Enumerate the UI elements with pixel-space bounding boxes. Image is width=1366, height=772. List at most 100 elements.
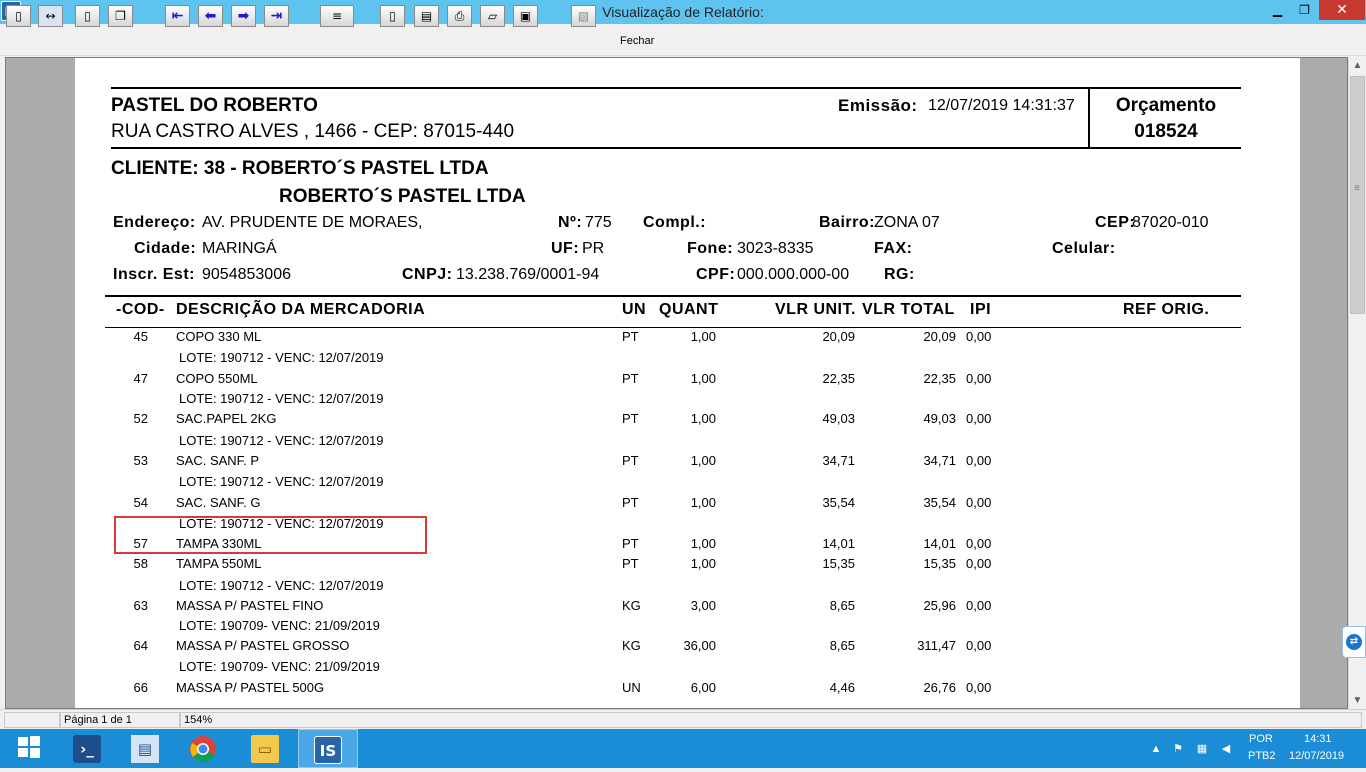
cpf-label: CPF:: [696, 266, 736, 283]
cell-unit: 35,54: [822, 495, 855, 510]
tray-action-center-icon[interactable]: ⚑: [1170, 741, 1186, 757]
cell-quant: 36,00: [683, 638, 716, 653]
cell-unit: 4,46: [829, 680, 855, 695]
cell-total: 25,96: [923, 598, 956, 613]
cell-un: KG: [622, 638, 641, 653]
tray-lang-top[interactable]: POR: [1249, 733, 1273, 745]
compl-label: Compl.:: [643, 214, 707, 231]
maximize-button[interactable]: ❐: [1291, 0, 1318, 20]
goto-page-button[interactable]: ≡: [320, 5, 354, 27]
cidade-value: MARINGÁ: [202, 240, 277, 257]
cell-total: 22,35: [923, 371, 956, 386]
col-desc: DESCRIÇÃO DA MERCADORIA: [176, 301, 426, 318]
columns-bottom-line: [105, 327, 1241, 328]
scroll-down-arrow-icon[interactable]: ▼: [1349, 692, 1366, 709]
doc-type: Orçamento: [1115, 95, 1217, 116]
teamviewer-icon: ⇄: [1346, 634, 1362, 650]
vertical-scrollbar[interactable]: ▲ ≡ ▼: [1348, 57, 1366, 709]
cell-desc: TAMPA 550ML: [176, 556, 262, 571]
cpf-value: 000.000.000-00: [737, 266, 850, 283]
cell-unit: 8,65: [829, 638, 855, 653]
taskbar-powershell[interactable]: ›_: [58, 729, 116, 768]
cell-quant: 1,00: [690, 453, 716, 468]
close-window-button[interactable]: ✕: [1319, 0, 1365, 20]
page-width-icon: ↔: [45, 9, 56, 23]
tray-expand-icon[interactable]: ▲: [1148, 741, 1164, 757]
goto-page-icon: ≡: [331, 9, 343, 23]
windows-logo-icon: [15, 735, 43, 763]
emission-value: 12/07/2019 14:31:37: [928, 97, 1075, 114]
new-document-button[interactable]: ▯: [380, 5, 405, 27]
taskbar-server-manager[interactable]: ▤: [116, 729, 174, 768]
taskbar-chrome[interactable]: [174, 729, 232, 768]
toolbar: [0, 24, 1366, 56]
inscr-value: 9054853006: [202, 266, 291, 283]
print-setup-button[interactable]: ▤: [414, 5, 439, 27]
cell-quant: 1,00: [690, 371, 716, 386]
cell-un: PT: [622, 536, 639, 551]
tray-volume-icon[interactable]: ◀: [1218, 741, 1234, 757]
header-divider: [1088, 87, 1090, 148]
full-page-button[interactable]: ▯: [75, 5, 100, 27]
last-page-button[interactable]: ⇥: [264, 5, 289, 27]
cell-desc: MASSA P/ PASTEL 500G: [176, 680, 325, 695]
start-button[interactable]: [0, 729, 58, 768]
tray-time[interactable]: 14:31: [1304, 733, 1332, 745]
taskbar-is-app[interactable]: IS: [298, 729, 358, 768]
save-button[interactable]: ▣: [513, 5, 538, 27]
fechar-button[interactable]: Fechar: [620, 35, 654, 47]
cell-cod: 66: [133, 680, 148, 695]
status-zoom: 154%: [180, 712, 1362, 728]
cell-quant: 1,00: [690, 329, 716, 344]
cell-total: 35,54: [923, 495, 956, 510]
multi-page-button[interactable]: ❐: [108, 5, 133, 27]
fone-value: 3023-8335: [737, 240, 814, 257]
print-icon: ⎙: [454, 9, 465, 23]
minimize-button[interactable]: ▁: [1264, 0, 1291, 20]
client-name: ROBERTO´S PASTEL LTDA: [279, 186, 526, 207]
tray-lang-bottom[interactable]: PTB2: [1248, 750, 1276, 762]
page-width-button[interactable]: ↔: [38, 5, 63, 27]
rg-label: RG:: [884, 266, 915, 283]
cnpj-value: 13.238.769/0001-94: [456, 266, 600, 283]
cell-unit: 22,35: [822, 371, 855, 386]
scroll-thumb[interactable]: ≡: [1350, 76, 1365, 314]
tray-network-icon[interactable]: ▦: [1194, 741, 1210, 757]
cell-quant: 1,00: [690, 495, 716, 510]
cell-unit: 49,03: [822, 411, 855, 426]
cell-cod: 64: [133, 638, 148, 653]
cell-desc: SAC.PAPEL 2KG: [176, 411, 277, 426]
emission-label: Emissão:: [838, 96, 918, 115]
chrome-icon: [189, 735, 217, 763]
scroll-up-arrow-icon[interactable]: ▲: [1349, 57, 1366, 74]
cell-quant: 6,00: [690, 680, 716, 695]
cidade-label: Cidade:: [134, 240, 197, 257]
multi-page-icon: ❐: [115, 9, 126, 23]
cell-total: 34,71: [923, 453, 956, 468]
cell-lote: LOTE: 190709- VENC: 21/09/2019: [179, 659, 380, 674]
cell-un: PT: [622, 329, 639, 344]
cell-ipi: 0,00: [966, 453, 992, 468]
cell-total: 49,03: [923, 411, 956, 426]
cell-un: PT: [622, 411, 639, 426]
prev-page-button[interactable]: ⬅: [198, 5, 223, 27]
tray-date[interactable]: 12/07/2019: [1289, 750, 1344, 762]
next-page-button[interactable]: ➡: [231, 5, 256, 27]
first-page-button[interactable]: ⇤: [165, 5, 190, 27]
one-page-button[interactable]: ▯: [6, 5, 31, 27]
numero-label: Nº:: [558, 214, 583, 231]
cell-ipi: 0,00: [966, 411, 992, 426]
taskbar-explorer[interactable]: ▭: [236, 729, 294, 768]
is-app-icon: IS: [314, 736, 342, 764]
endereco-value: AV. PRUDENTE DE MORAES,: [202, 214, 423, 231]
cell-total: 15,35: [923, 556, 956, 571]
header-bottom-line: [111, 147, 1241, 149]
teamviewer-widget[interactable]: ⇄: [1342, 626, 1366, 658]
report-viewer[interactable]: PASTEL DO ROBERTO RUA CASTRO ALVES , 146…: [5, 57, 1348, 709]
folder-icon: ▭: [251, 735, 279, 763]
open-folder-icon: ▱: [487, 9, 498, 23]
disabled-button[interactable]: ▧: [571, 5, 596, 27]
columns-top-line: [105, 295, 1241, 297]
print-button[interactable]: ⎙: [447, 5, 472, 27]
open-button[interactable]: ▱: [480, 5, 505, 27]
